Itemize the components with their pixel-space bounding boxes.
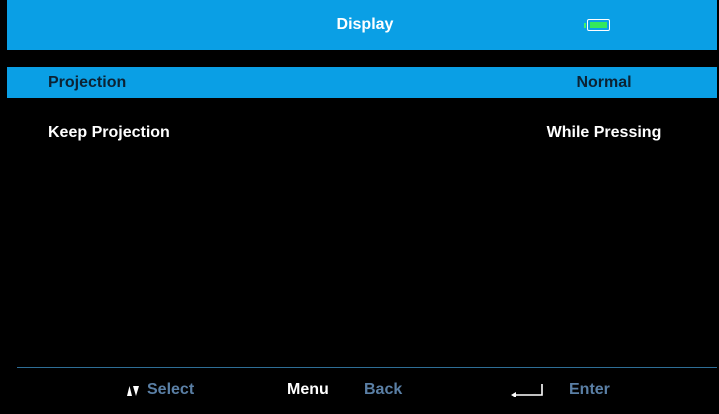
menu-item-keep-projection[interactable]: Keep Projection While Pressing [7,117,717,148]
menu-item-label: Keep Projection [48,124,170,141]
menu-item-label: Projection [48,74,127,91]
footer-hint-bar: Select Menu Back Enter [0,368,719,412]
menu-item-value: While Pressing [546,124,662,141]
up-down-arrows-icon [127,386,139,396]
enter-hint: Enter [569,381,610,398]
title-bar: Display [7,0,717,50]
enter-return-icon [511,384,543,397]
select-hint: Select [147,381,195,398]
battery-full-icon [584,19,612,31]
menu-item-projection[interactable]: Projection Normal [7,67,717,98]
menu-item-value: Normal [576,74,632,91]
back-hint: Back [364,381,403,398]
menu-key-label: Menu [287,381,329,398]
